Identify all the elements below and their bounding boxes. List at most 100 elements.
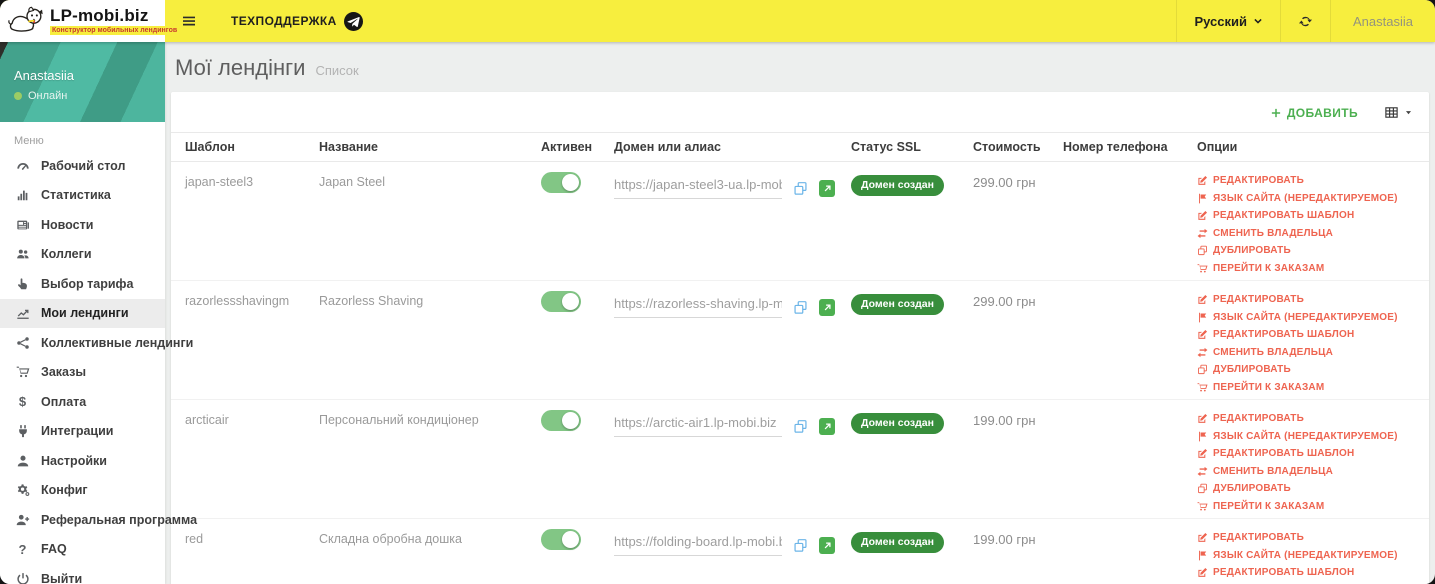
sidebar-item-label: Выбор тарифа (41, 276, 134, 291)
open-site-button[interactable] (819, 537, 835, 554)
sidebar-item-faq[interactable]: ? FAQ (0, 535, 165, 565)
toggle-knob (562, 531, 579, 548)
copy-domain-icon[interactable] (793, 538, 808, 556)
option-duplicate[interactable]: ДУБЛИРОВАТЬ (1197, 483, 1421, 494)
sidebar-user-status: Онлайн (14, 90, 151, 102)
option-site-language[interactable]: ЯЗЫК САЙТА (НЕРЕДАКТИРУЕМОЕ) (1197, 431, 1421, 442)
option-site-language[interactable]: ЯЗЫК САЙТА (НЕРЕДАКТИРУЕМОЕ) (1197, 193, 1421, 204)
sidebar-item-settings[interactable]: Настройки (0, 446, 165, 476)
domain-input[interactable] (614, 177, 782, 199)
active-toggle[interactable] (541, 529, 581, 550)
option-change-owner[interactable]: СМЕНИТЬ ВЛАДЕЛЬЦА (1197, 347, 1421, 358)
sidebar-item-tariff[interactable]: Выбор тарифа (0, 269, 165, 299)
share-icon (14, 335, 31, 350)
sidebar-item-label: Коллеги (41, 247, 92, 262)
brand-logo[interactable]: LP-mobi.biz Конструктор мобильных лендин… (0, 0, 180, 42)
sidebar-item-dashboard[interactable]: Рабочий стол (0, 151, 165, 181)
option-label: РЕДАКТИРОВАТЬ (1213, 413, 1304, 424)
user-menu[interactable]: Anastasiia (1330, 0, 1435, 42)
sidebar-item-logout[interactable]: Выйти (0, 564, 165, 584)
option-edit[interactable]: РЕДАКТИРОВАТЬ (1197, 413, 1421, 424)
add-button[interactable]: ДОБАВИТЬ (1270, 106, 1358, 120)
brand-title: LP-mobi.biz (50, 6, 149, 25)
option-edit-template[interactable]: РЕДАКТИРОВАТЬ ШАБЛОН (1197, 448, 1421, 459)
open-site-button[interactable] (819, 180, 835, 197)
active-toggle[interactable] (541, 410, 581, 431)
name-cell: Персональний кондиціонер (311, 399, 533, 519)
open-site-button[interactable] (819, 418, 835, 435)
chevron-down-icon (1254, 18, 1262, 24)
option-go-to-orders[interactable]: ПЕРЕЙТИ К ЗАКАЗАМ (1197, 382, 1421, 393)
option-label: ДУБЛИРОВАТЬ (1213, 483, 1291, 494)
brand-subtitle: Конструктор мобильных лендингов (50, 26, 180, 35)
active-toggle[interactable] (541, 172, 581, 193)
option-label: ЯЗЫК САЙТА (НЕРЕДАКТИРУЕМОЕ) (1213, 430, 1398, 442)
copy-domain-icon[interactable] (793, 300, 808, 318)
option-duplicate[interactable]: ДУБЛИРОВАТЬ (1197, 364, 1421, 375)
page-subtitle: Список (315, 63, 359, 78)
domain-input[interactable] (614, 296, 782, 318)
sidebar-item-colleagues[interactable]: Коллеги (0, 240, 165, 270)
option-edit-template[interactable]: РЕДАКТИРОВАТЬ ШАБЛОН (1197, 567, 1421, 578)
edit-icon (1197, 175, 1208, 186)
stats-icon (14, 188, 31, 203)
sidebar-item-news[interactable]: Новости (0, 210, 165, 240)
price-cell: 199.00 грн (973, 532, 1036, 547)
phone-cell (1055, 161, 1189, 281)
option-edit-template[interactable]: РЕДАКТИРОВАТЬ ШАБЛОН (1197, 210, 1421, 221)
name-cell: Складна обробна дошка (311, 518, 533, 584)
active-toggle[interactable] (541, 291, 581, 312)
template-cell: red (171, 518, 311, 584)
online-status-label: Онлайн (28, 90, 68, 102)
sidebar-item-referral[interactable]: Реферальная программа (0, 505, 197, 535)
language-dropdown[interactable]: Русский (1176, 0, 1280, 42)
sidebar-item-payment[interactable]: $ Оплата (0, 387, 165, 417)
option-label: СМЕНИТЬ ВЛАДЕЛЬЦА (1213, 227, 1334, 239)
option-go-to-orders[interactable]: ПЕРЕЙТИ К ЗАКАЗАМ (1197, 501, 1421, 512)
name-cell: Razorless Shaving (311, 280, 533, 400)
options-cell: РЕДАКТИРОВАТЬ ЯЗЫК САЙТА (НЕРЕДАКТИРУЕМОЕ… (1197, 294, 1421, 399)
copy-domain-icon[interactable] (793, 181, 808, 199)
support-label: ТЕХПОДДЕРЖКА (231, 14, 337, 28)
domain-input[interactable] (614, 415, 782, 437)
option-go-to-orders[interactable]: ПЕРЕЙТИ К ЗАКАЗАМ (1197, 263, 1421, 274)
sidebar-item-integrations[interactable]: Интеграции (0, 417, 165, 447)
topbar: LP-mobi.biz Конструктор мобильных лендин… (0, 0, 1435, 42)
sidebar-item-collective-landings[interactable]: Коллективные лендинги (0, 328, 193, 358)
sidebar-item-config[interactable]: Конфиг (0, 476, 165, 506)
option-duplicate[interactable]: ДУБЛИРОВАТЬ (1197, 245, 1421, 256)
sidebar-item-label: Интеграции (41, 424, 114, 439)
open-site-button[interactable] (819, 299, 835, 316)
col-price: Стоимость (965, 132, 1055, 162)
option-change-owner[interactable]: СМЕНИТЬ ВЛАДЕЛЬЦА (1197, 228, 1421, 239)
price-cell: 199.00 грн (973, 413, 1036, 428)
topbar-username: Anastasiia (1353, 13, 1413, 29)
ssl-status-badge: Домен создан (851, 413, 944, 434)
sidebar-item-stats[interactable]: Статистика (0, 181, 165, 211)
refresh-button[interactable] (1280, 0, 1330, 42)
ssl-status-badge: Домен создан (851, 294, 944, 315)
option-edit[interactable]: РЕДАКТИРОВАТЬ (1197, 294, 1421, 305)
option-site-language[interactable]: ЯЗЫК САЙТА (НЕРЕДАКТИРУЕМОЕ) (1197, 550, 1421, 561)
option-site-language[interactable]: ЯЗЫК САЙТА (НЕРЕДАКТИРУЕМОЕ) (1197, 312, 1421, 323)
columns-dropdown-button[interactable] (1384, 105, 1413, 120)
app-window: LP-mobi.biz Конструктор мобильных лендин… (0, 0, 1435, 584)
ssl-status-badge: Домен создан (851, 175, 944, 196)
option-change-owner[interactable]: СМЕНИТЬ ВЛАДЕЛЬЦА (1197, 466, 1421, 477)
option-edit-template[interactable]: РЕДАКТИРОВАТЬ ШАБЛОН (1197, 329, 1421, 340)
support-button[interactable]: ТЕХПОДДЕРЖКА (213, 0, 381, 42)
option-edit[interactable]: РЕДАКТИРОВАТЬ (1197, 532, 1421, 543)
sidebar-item-my-landings[interactable]: Мои лендинги (0, 298, 165, 328)
phone-cell (1055, 399, 1189, 519)
sidebar-toggle-button[interactable] (165, 0, 213, 42)
phone-cell (1055, 280, 1189, 400)
copy-domain-icon[interactable] (793, 419, 808, 437)
option-edit[interactable]: РЕДАКТИРОВАТЬ (1197, 175, 1421, 186)
option-label: РЕДАКТИРОВАТЬ (1213, 294, 1304, 305)
option-label: ПЕРЕЙТИ К ЗАКАЗАМ (1213, 262, 1325, 274)
online-dot-icon (14, 92, 22, 100)
sidebar-username: Anastasiia (14, 68, 74, 83)
domain-input[interactable] (614, 534, 782, 556)
option-label: РЕДАКТИРОВАТЬ ШАБЛОН (1213, 448, 1355, 459)
sidebar-item-orders[interactable]: Заказы (0, 358, 165, 388)
